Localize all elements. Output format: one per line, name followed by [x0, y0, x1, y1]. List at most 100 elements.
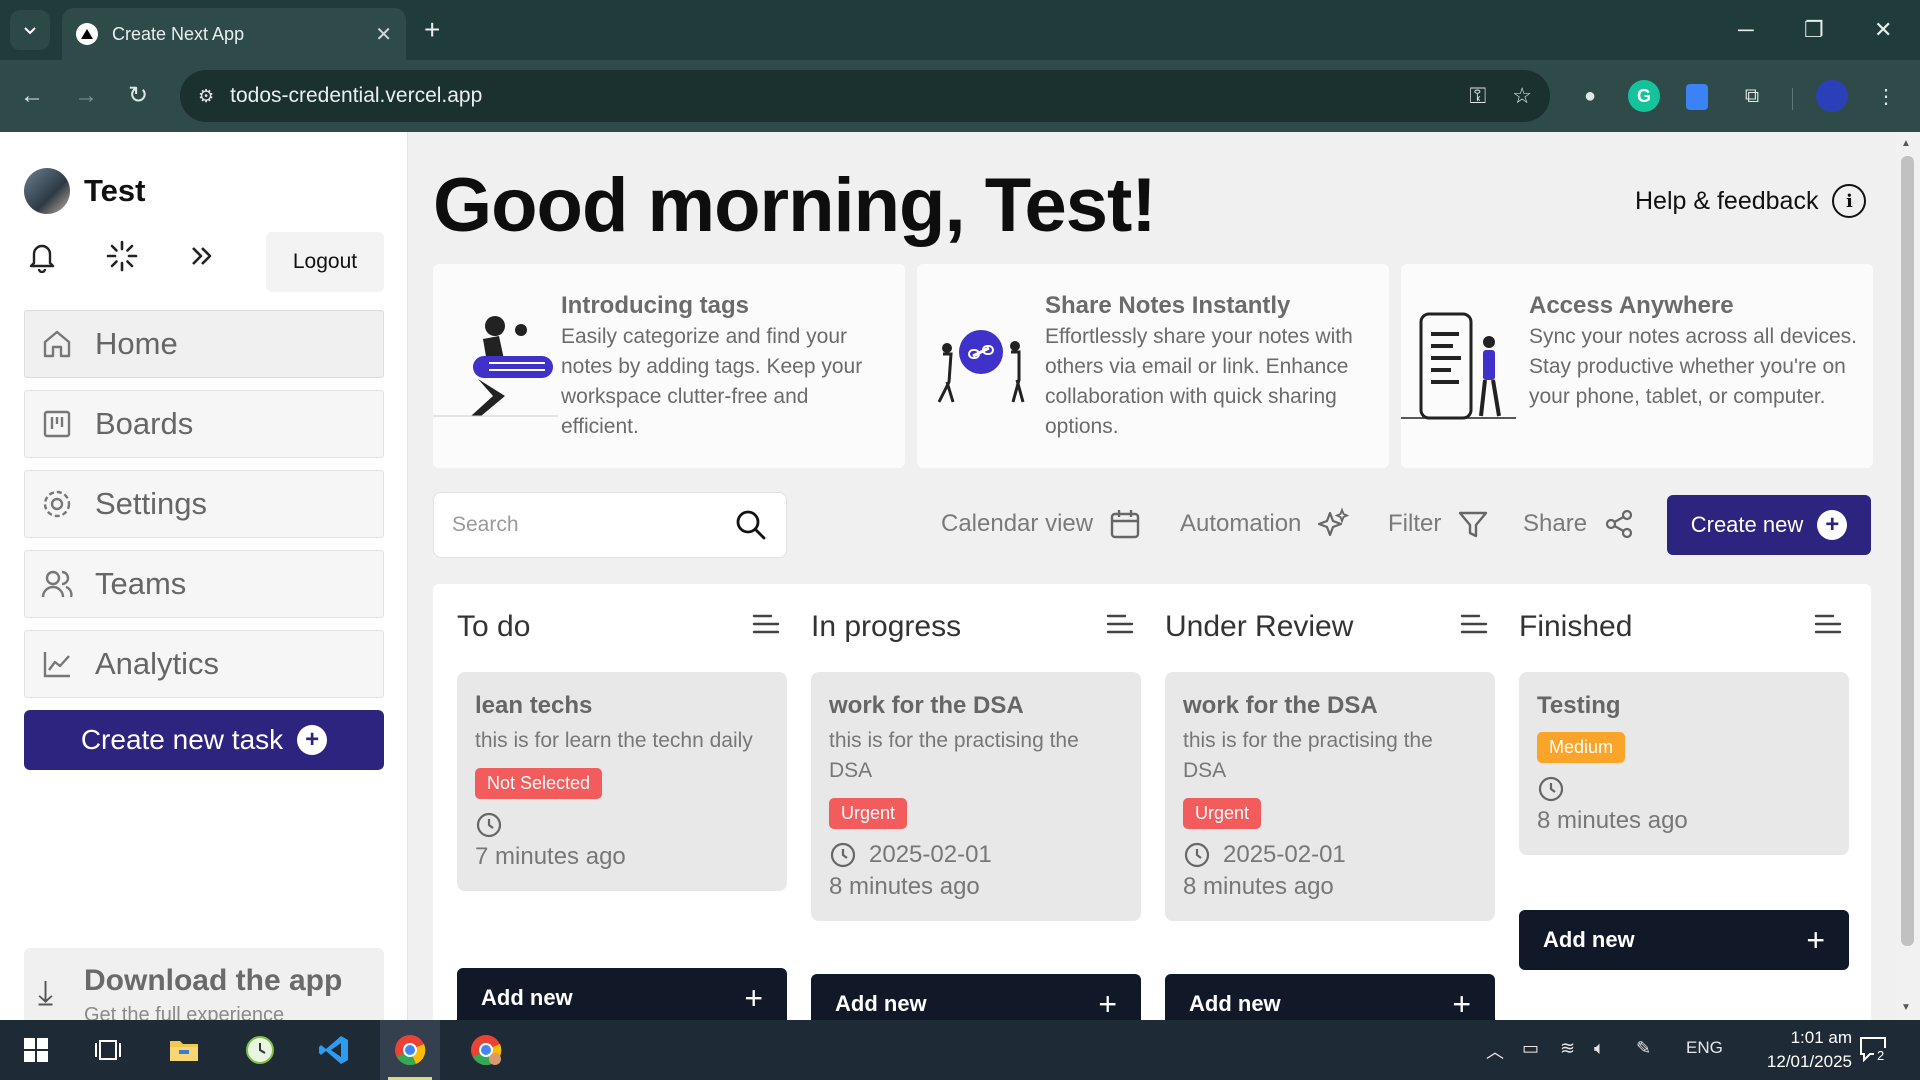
pen-icon[interactable]: ✎ — [1636, 1038, 1651, 1059]
priority-badge: Urgent — [1183, 798, 1262, 829]
download-title: Download the app — [84, 964, 343, 997]
chrome-taskbar-icon[interactable] — [380, 1020, 440, 1080]
loader-icon[interactable] — [102, 236, 142, 276]
column-menu-icon[interactable] — [1813, 610, 1843, 640]
password-key-icon[interactable]: ⚿ — [1470, 83, 1487, 109]
file-explorer-icon[interactable] — [154, 1020, 214, 1080]
sidebar-item-label: Boards — [95, 406, 194, 441]
windows-start-icon[interactable] — [6, 1020, 66, 1080]
home-icon — [39, 326, 75, 362]
scroll-up-icon[interactable]: ▲ — [1901, 138, 1911, 149]
share-label: Share — [1523, 510, 1588, 537]
tab-search-button[interactable] — [10, 10, 50, 50]
vscode-icon[interactable] — [304, 1020, 364, 1080]
sidebar-item-teams[interactable]: Teams — [24, 550, 384, 618]
sidebar-item-analytics[interactable]: Analytics — [24, 630, 384, 698]
add-new-task-button[interactable]: Add new + — [1165, 974, 1495, 1020]
download-icon: ⤓ — [38, 974, 54, 1012]
calendar-view-button[interactable]: Calendar view — [941, 506, 1143, 542]
automation-button[interactable]: Automation — [1180, 506, 1351, 542]
scrollbar-thumb[interactable] — [1901, 156, 1914, 946]
taskbar-clock[interactable]: 1:01 am 12/01/2025 — [1722, 1026, 1852, 1074]
plus-circle-icon: + — [1817, 510, 1848, 540]
chevrons-right-icon[interactable] — [182, 236, 222, 276]
forward-button[interactable]: → — [74, 78, 98, 114]
volume-icon[interactable]: 🔈︎ — [1594, 1038, 1605, 1059]
user-profile: Test — [24, 168, 145, 214]
search-input[interactable]: Search — [433, 492, 787, 558]
chevron-down-icon — [24, 27, 36, 35]
more-menu-icon[interactable]: ⋮ — [1870, 80, 1902, 112]
minimize-button[interactable]: ─ — [1738, 12, 1754, 48]
plus-circle-icon: + — [297, 725, 328, 755]
share-button[interactable]: Share — [1523, 506, 1637, 542]
task-card[interactable]: lean techs this is for learn the techn d… — [457, 672, 787, 891]
restore-button[interactable]: ❐ — [1804, 12, 1824, 48]
task-meta — [1537, 775, 1831, 803]
back-button[interactable]: ← — [20, 78, 44, 114]
new-tab-button[interactable]: + — [424, 12, 440, 48]
create-new-task-button[interactable]: Create new task + — [24, 710, 384, 770]
sidebar-item-settings[interactable]: Settings — [24, 470, 384, 538]
page-scrollbar[interactable]: ▲ ▼ — [1895, 132, 1920, 1020]
page-title: Good morning, Test! — [433, 163, 1157, 248]
task-card[interactable]: Testing Medium 8 minutes ago — [1519, 672, 1849, 855]
feature-card-share: Share Notes Instantly Effortlessly share… — [917, 264, 1389, 468]
site-info-icon[interactable]: ⚙ — [198, 86, 214, 107]
add-new-task-button[interactable]: Add new + — [811, 974, 1141, 1020]
column-menu-icon[interactable] — [1459, 610, 1489, 640]
bell-icon[interactable] — [22, 236, 62, 276]
battery-icon[interactable]: ▭ — [1522, 1038, 1539, 1059]
add-new-task-button[interactable]: Add new + — [457, 968, 787, 1020]
extension-icon-1[interactable]: ● — [1574, 80, 1606, 112]
sidebar-item-label: Teams — [95, 566, 187, 601]
address-bar[interactable]: ⚙ todos-credential.vercel.app ⚿ ☆ — [180, 70, 1550, 122]
task-title: Testing — [1537, 692, 1621, 719]
logout-button[interactable]: Logout — [266, 232, 384, 292]
calendar-view-label: Calendar view — [941, 510, 1094, 537]
sidebar-item-boards[interactable]: Boards — [24, 390, 384, 458]
column-title: In progress — [811, 610, 962, 643]
browser-tab[interactable]: Create Next App ✕ — [62, 8, 406, 60]
chart-line-icon — [39, 646, 75, 682]
create-new-label: Create new — [1690, 512, 1804, 537]
task-card[interactable]: work for the DSA this is for the practis… — [811, 672, 1141, 921]
notification-center-icon[interactable]: 2 — [1858, 1034, 1888, 1064]
docs-extension-icon[interactable] — [1686, 84, 1708, 110]
task-card[interactable]: work for the DSA this is for the practis… — [1165, 672, 1495, 921]
bookmark-star-icon[interactable]: ☆ — [1512, 83, 1532, 109]
clock-app-icon[interactable] — [230, 1020, 290, 1080]
filter-button[interactable]: Filter — [1388, 506, 1491, 542]
column-menu-icon[interactable] — [1105, 610, 1135, 640]
sidebar-item-label: Analytics — [95, 646, 220, 681]
create-new-button[interactable]: Create new + — [1667, 495, 1871, 555]
language-indicator[interactable]: ENG — [1686, 1038, 1723, 1058]
plus-icon: + — [1806, 922, 1825, 958]
kanban-board: To do lean techs this is for learn the t… — [433, 584, 1871, 1020]
window-close-button[interactable]: ✕ — [1874, 12, 1892, 48]
close-tab-icon[interactable]: ✕ — [375, 22, 392, 47]
sidebar-item-label: Settings — [95, 486, 208, 521]
automation-label: Automation — [1180, 510, 1302, 537]
task-time-ago: 8 minutes ago — [829, 873, 980, 900]
reload-button[interactable]: ↻ — [128, 78, 148, 114]
users-icon — [39, 566, 75, 602]
wifi-icon[interactable]: ≋ — [1560, 1038, 1575, 1059]
profile-avatar-icon[interactable] — [1816, 80, 1848, 112]
column-menu-icon[interactable] — [751, 610, 781, 640]
chrome-profile-taskbar-icon[interactable] — [456, 1020, 516, 1080]
sidebar-item-home[interactable]: Home — [24, 310, 384, 378]
info-icon: i — [1832, 184, 1867, 218]
plus-icon: + — [1098, 986, 1117, 1020]
download-app-banner[interactable]: ⤓ Download the app Get the full experien… — [24, 948, 384, 1020]
extensions-puzzle-icon[interactable]: ⧉ — [1736, 80, 1768, 112]
help-feedback-button[interactable]: Help & feedback i — [1635, 184, 1867, 218]
add-new-task-button[interactable]: Add new + — [1519, 910, 1849, 970]
task-view-icon[interactable] — [78, 1020, 138, 1080]
grammarly-icon[interactable]: G — [1628, 80, 1660, 112]
tray-overflow-icon[interactable]: ︿ — [1486, 1038, 1504, 1064]
user-name: Test — [84, 173, 146, 208]
scroll-down-icon[interactable]: ▼ — [1901, 1002, 1911, 1013]
notification-count: 2 — [1874, 1048, 1888, 1063]
main-content: Good morning, Test! Help & feedback i In… — [409, 132, 1895, 1020]
